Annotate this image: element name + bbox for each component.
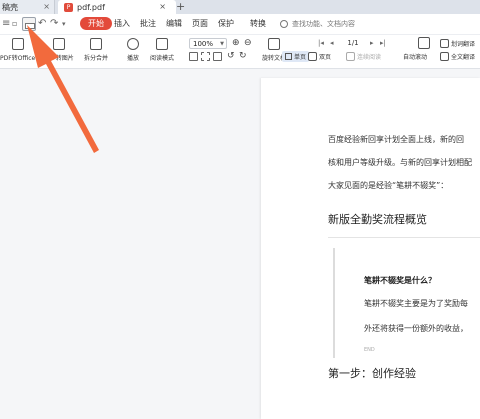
rotate-doc-icon xyxy=(268,38,280,50)
full-translate-label: 全文翻译 xyxy=(451,54,476,61)
continuous-read-icon xyxy=(346,52,355,61)
menu-bar: ≡ ▫ ↶ ↷ ▾ 开始 插入 批注 编辑 页面 保护 转换 查找功能、文档内容 xyxy=(0,14,480,35)
pdf-icon: P xyxy=(64,2,73,12)
menu-edit[interactable]: 编辑 xyxy=(162,17,186,30)
double-page-button[interactable]: 双页 xyxy=(308,52,331,61)
single-page-icon xyxy=(285,53,292,60)
continuous-read-button[interactable]: 连续阅读 xyxy=(346,52,381,61)
redo-icon[interactable]: ↷ xyxy=(50,18,58,30)
menu-protect[interactable]: 保护 xyxy=(214,17,238,30)
page-indicator: 1/1 xyxy=(347,39,359,47)
tab-strip: 稿壳 × P pdf.pdf × + xyxy=(0,0,480,14)
tab-current-pdf[interactable]: P pdf.pdf × xyxy=(58,0,176,14)
rotate-right-icon[interactable]: ↻ xyxy=(239,51,247,62)
menu-comment[interactable]: 批注 xyxy=(136,17,160,30)
single-page-button[interactable]: 单页 xyxy=(282,51,310,62)
pdf-to-image-label: PDF转图片 xyxy=(44,55,74,62)
next-page-icon[interactable]: ▸ xyxy=(370,37,374,49)
translate-button[interactable]: 划词翻译 xyxy=(440,39,475,48)
first-page-icon[interactable]: |◂ xyxy=(318,37,324,49)
ribbon-toolbar: PDF转Office PDF转图片 拆分合并 播放 阅读模式 100% ▼ ⊕ … xyxy=(0,35,480,69)
search-placeholder: 查找功能、文档内容 xyxy=(292,19,355,28)
image-icon xyxy=(52,38,65,50)
chevron-down-icon: ▼ xyxy=(220,41,224,47)
rotate-left-icon[interactable]: ↺ xyxy=(227,51,235,62)
doc-paragraph-line: 百度经验新回享计划全面上线，新的回 xyxy=(328,135,464,144)
quote-line: 外还将获得一份额外的收益， xyxy=(364,324,468,333)
pdf-to-office-icon xyxy=(11,38,24,50)
read-mode-button[interactable]: 阅读模式 xyxy=(150,38,174,62)
last-page-icon[interactable]: ▸| xyxy=(380,37,386,49)
save-icon[interactable]: ▫ xyxy=(12,18,17,30)
full-translate-icon xyxy=(440,52,449,61)
pdf-to-office-button[interactable]: PDF转Office xyxy=(0,38,35,62)
auto-scroll-button[interactable]: 自动滚动 xyxy=(403,52,427,61)
split-merge-label: 拆分合并 xyxy=(84,55,109,62)
translate-label: 划词翻译 xyxy=(451,41,476,48)
close-icon[interactable]: × xyxy=(43,2,50,11)
zoom-select[interactable]: 100% ▼ xyxy=(189,38,227,49)
auto-scroll-icon-button[interactable] xyxy=(418,37,430,49)
translate-icon xyxy=(440,39,449,48)
play-label: 播放 xyxy=(127,55,140,62)
book-icon xyxy=(156,38,168,50)
prev-page-icon[interactable]: ◂ xyxy=(330,37,334,49)
doc-heading: 新版全勤奖流程概览 xyxy=(328,213,427,226)
zoom-out-icon[interactable]: ⊖ xyxy=(244,38,252,49)
continuous-read-label: 连续阅读 xyxy=(357,54,382,61)
auto-scroll-icon xyxy=(418,37,430,49)
close-icon[interactable]: × xyxy=(159,2,166,11)
quote-bar xyxy=(333,248,335,358)
tab-current-label: pdf.pdf xyxy=(77,2,105,12)
double-page-label: 双页 xyxy=(319,54,332,61)
zoom-in-icon[interactable]: ⊕ xyxy=(232,38,240,49)
pdf-to-image-button[interactable]: PDF转图片 xyxy=(44,38,74,62)
menu-page[interactable]: 页面 xyxy=(188,17,212,30)
quote-line: 笔耕不辍奖主要是为了奖励每 xyxy=(364,299,468,308)
plus-icon[interactable]: + xyxy=(176,0,185,14)
auto-scroll-label: 自动滚动 xyxy=(403,54,428,61)
hamburger-icon[interactable]: ≡ xyxy=(2,18,10,30)
pdf-page[interactable]: 百度经验新回享计划全面上线，新的回 核和用户等级升级。与新的回享计划相配 大家见… xyxy=(261,78,480,419)
page-navigator[interactable]: |◂ ◂ 1/1 ▸ ▸| xyxy=(316,37,390,49)
print-icon[interactable] xyxy=(22,17,36,31)
chevron-down-icon[interactable]: ▾ xyxy=(62,18,66,30)
search-box[interactable]: 查找功能、文档内容 xyxy=(280,17,355,30)
single-page-label: 单页 xyxy=(294,54,307,61)
full-translate-button[interactable]: 全文翻译 xyxy=(440,52,475,61)
doc-heading: 第一步：创作经验 xyxy=(328,367,416,380)
divider xyxy=(328,237,480,238)
doc-paragraph-line: 大家见面的是经验“笔耕不辍奖”： xyxy=(328,181,449,190)
split-merge-button[interactable]: 拆分合并 xyxy=(84,38,108,62)
doc-paragraph-line: 核和用户等级升级。与新的回享计划相配 xyxy=(328,158,472,167)
tab-previous[interactable]: 稿壳 × xyxy=(0,0,55,14)
menu-convert[interactable]: 转换 xyxy=(246,17,270,30)
actual-size-icon[interactable] xyxy=(213,52,222,61)
play-button[interactable]: 播放 xyxy=(127,38,139,62)
tab-previous-label: 稿壳 xyxy=(2,2,18,12)
read-mode-label: 阅读模式 xyxy=(150,55,175,62)
quote-title: 笔耕不辍奖是什么？ xyxy=(364,276,436,285)
split-merge-icon xyxy=(90,38,102,50)
play-icon xyxy=(127,38,139,50)
quote-end: END xyxy=(364,347,375,353)
search-icon xyxy=(280,19,288,28)
fit-width-icon[interactable] xyxy=(201,52,210,61)
menu-home[interactable]: 开始 xyxy=(80,17,112,30)
double-page-icon xyxy=(308,52,317,61)
zoom-value: 100% xyxy=(193,40,214,48)
undo-icon[interactable]: ↶ xyxy=(38,18,46,30)
menu-insert[interactable]: 插入 xyxy=(110,17,134,30)
pdf-to-office-label: PDF转Office xyxy=(0,55,36,62)
fit-page-icon[interactable] xyxy=(189,52,198,61)
